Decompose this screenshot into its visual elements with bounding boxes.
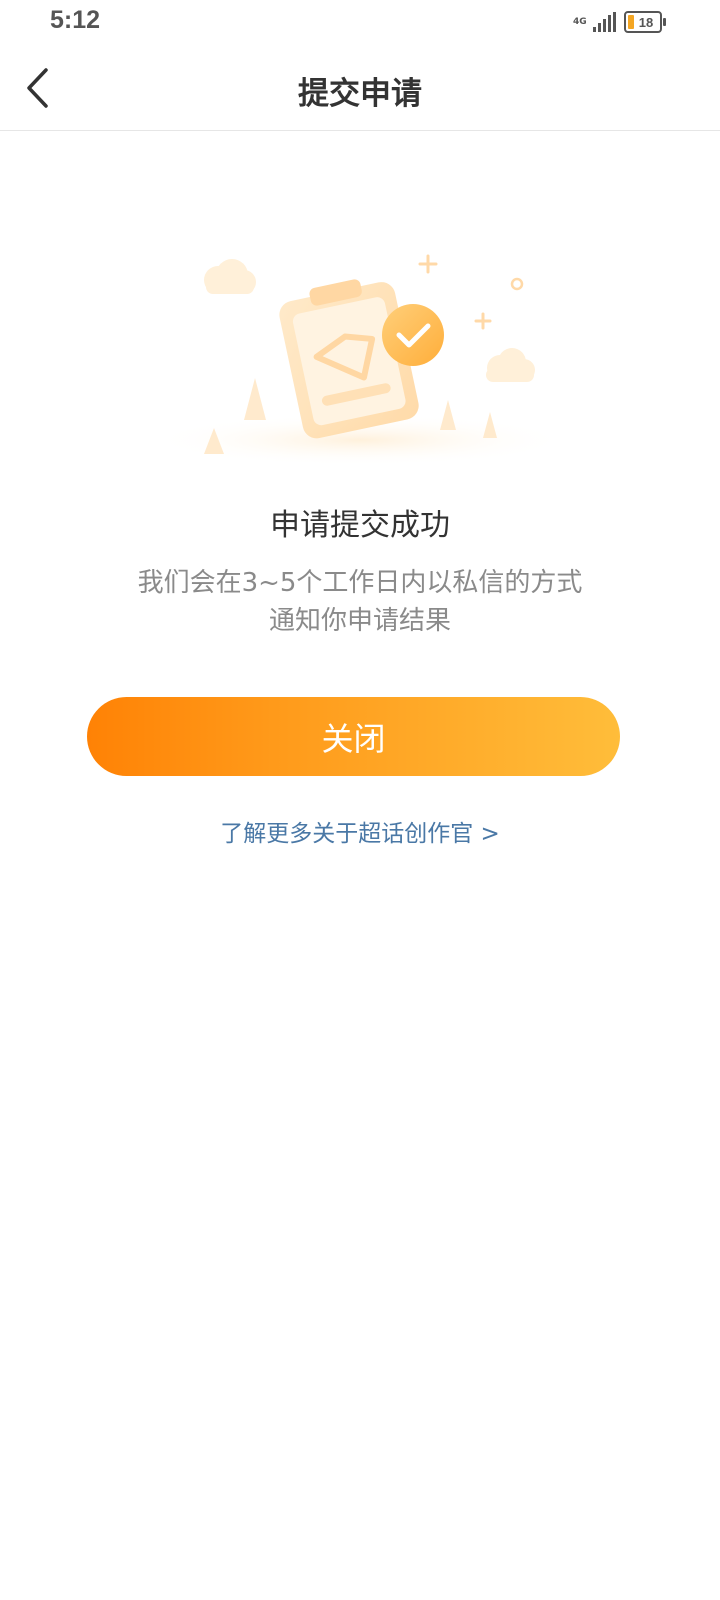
result-title: 申请提交成功 bbox=[270, 508, 450, 543]
nav-bar: 提交申请 bbox=[0, 44, 720, 131]
status-time: 5:12 bbox=[50, 6, 101, 34]
close-button[interactable]: 关闭 bbox=[87, 697, 620, 776]
learn-more-link[interactable]: 了解更多关于超话创作官 > bbox=[0, 814, 720, 848]
battery-icon: 18 bbox=[624, 11, 666, 33]
result-description-line-2: 通知你申请结果 bbox=[268, 606, 451, 636]
status-indicators: 4G 18 bbox=[573, 9, 666, 35]
result-description-line-1: 我们会在3~5个工作日内以私信的方式 bbox=[137, 568, 583, 598]
check-badge-icon bbox=[382, 304, 444, 366]
page-title: 提交申请 bbox=[298, 76, 422, 112]
battery-level: 18 bbox=[638, 14, 654, 30]
result-description: 我们会在3~5个工作日内以私信的方式 通知你申请结果 bbox=[100, 564, 620, 640]
success-illustration bbox=[140, 240, 580, 470]
signal-icon bbox=[593, 12, 616, 32]
network-type: 4G bbox=[573, 16, 587, 27]
status-bar: 5:12 4G 18 bbox=[0, 0, 720, 44]
